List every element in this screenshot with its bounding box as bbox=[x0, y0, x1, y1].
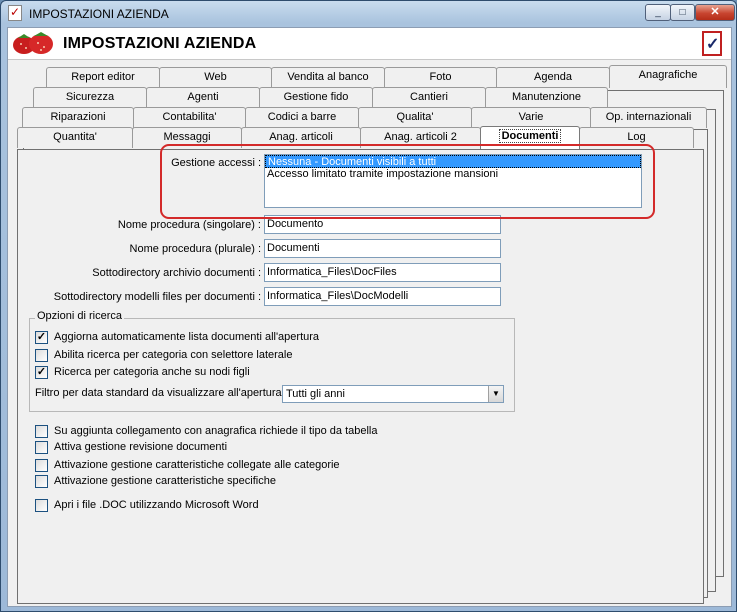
checkbox-checked-icon[interactable]: ✓ bbox=[35, 366, 48, 379]
checkbox-empty-icon[interactable] bbox=[35, 475, 48, 488]
tab-agenti[interactable]: Agenti bbox=[146, 87, 260, 108]
tab-web[interactable]: Web bbox=[159, 67, 272, 88]
client-area: IMPOSTAZIONI AZIENDA ✓ Report editor Web… bbox=[7, 27, 732, 607]
tab-contabilita[interactable]: Contabilita' bbox=[133, 107, 246, 128]
window-title: IMPOSTAZIONI AZIENDA bbox=[29, 7, 169, 21]
tab-sicurezza[interactable]: Sicurezza bbox=[33, 87, 147, 108]
tab-codici-a-barre[interactable]: Codici a barre bbox=[245, 107, 359, 128]
checkbox-ricerca-nodi-figli[interactable]: ✓ Ricerca per categoria anche su nodi fig… bbox=[35, 366, 250, 380]
tab-anag-articoli[interactable]: Anag. articoli bbox=[241, 127, 361, 148]
tab-gestione-fido[interactable]: Gestione fido bbox=[259, 87, 373, 108]
sottodirectory-archivio-label: Sottodirectory archivio documenti : bbox=[92, 267, 261, 279]
header-banner: IMPOSTAZIONI AZIENDA ✓ bbox=[8, 28, 731, 60]
gestione-accessi-listbox[interactable]: Nessuna - Documenti visibili a tutti Acc… bbox=[264, 154, 642, 208]
checkbox-empty-icon[interactable] bbox=[35, 499, 48, 512]
checkbox-empty-icon[interactable] bbox=[35, 459, 48, 472]
tab-anag-articoli-2[interactable]: Anag. articoli 2 bbox=[360, 127, 481, 148]
tab-riparazioni[interactable]: Riparazioni bbox=[22, 107, 134, 128]
tab-op-internazionali[interactable]: Op. internazionali bbox=[590, 107, 707, 128]
checkbox-checked-icon[interactable]: ✓ bbox=[35, 331, 48, 344]
minimize-button[interactable]: _ bbox=[645, 4, 671, 21]
nome-procedura-plurale-field[interactable]: Documenti bbox=[264, 239, 501, 258]
list-item[interactable]: Nessuna - Documenti visibili a tutti bbox=[265, 155, 641, 168]
tab-documenti-label: Documenti bbox=[498, 129, 562, 143]
tab-agenda[interactable]: Agenda bbox=[496, 67, 610, 88]
checkbox-collegamento-anagrafica[interactable]: Su aggiunta collegamento con anagrafica … bbox=[35, 425, 378, 439]
checkbox-caratteristiche-categorie[interactable]: Attivazione gestione caratteristiche col… bbox=[35, 459, 340, 473]
tab-quantita[interactable]: Quantita' bbox=[17, 127, 133, 148]
maximize-button[interactable]: □ bbox=[670, 4, 695, 21]
tab-qualita[interactable]: Qualita' bbox=[358, 107, 472, 128]
app-checklist-icon bbox=[8, 5, 22, 21]
nome-procedura-singolare-label: Nome procedura (singolare) : bbox=[117, 219, 261, 231]
checkbox-caratteristiche-specifiche[interactable]: Attivazione gestione caratteristiche spe… bbox=[35, 475, 276, 489]
tab-manutenzione[interactable]: Manutenzione bbox=[485, 87, 608, 108]
tab-vendita-al-banco[interactable]: Vendita al banco bbox=[271, 67, 385, 88]
list-item[interactable]: Accesso limitato tramite impostazione ma… bbox=[265, 168, 641, 181]
checkbox-empty-icon[interactable] bbox=[35, 441, 48, 454]
checkbox-empty-icon[interactable] bbox=[35, 349, 48, 362]
tab-log[interactable]: Log bbox=[579, 127, 694, 148]
app-window: IMPOSTAZIONI AZIENDA _ □ ✕ IMPOSTAZIONI … bbox=[0, 0, 737, 612]
tab-varie[interactable]: Varie bbox=[471, 107, 591, 128]
checklist-icon[interactable]: ✓ bbox=[702, 31, 722, 56]
nome-procedura-singolare-field[interactable]: Documento bbox=[264, 215, 501, 234]
tab-cantieri[interactable]: Cantieri bbox=[372, 87, 486, 108]
sottodirectory-modelli-label: Sottodirectory modelli files per documen… bbox=[53, 291, 261, 303]
checkbox-revisione-documenti[interactable]: Attiva gestione revisione documenti bbox=[35, 441, 227, 455]
checkbox-empty-icon[interactable] bbox=[35, 425, 48, 438]
sottodirectory-archivio-field[interactable]: Informatica_Files\DocFiles bbox=[264, 263, 501, 282]
checkbox-ricerca-selettore-laterale[interactable]: Abilita ricerca per categoria con selett… bbox=[35, 349, 292, 363]
gestione-accessi-label: Gestione accessi : bbox=[171, 157, 261, 169]
strawberry-logo-icon bbox=[13, 32, 53, 54]
close-button[interactable]: ✕ bbox=[695, 4, 735, 21]
tab-documenti[interactable]: Documenti bbox=[480, 126, 580, 149]
page-title: IMPOSTAZIONI AZIENDA bbox=[63, 35, 257, 52]
filtro-data-label: Filtro per data standard da visualizzare… bbox=[35, 387, 288, 399]
filtro-data-select[interactable]: Tutti gli anni ▼ bbox=[282, 385, 504, 403]
title-bar[interactable]: IMPOSTAZIONI AZIENDA _ □ ✕ bbox=[1, 1, 736, 25]
tab-report-editor[interactable]: Report editor bbox=[46, 67, 160, 88]
checkbox-apri-doc-word[interactable]: Apri i file .DOC utilizzando Microsoft W… bbox=[35, 499, 259, 513]
tab-messaggi[interactable]: Messaggi bbox=[132, 127, 242, 148]
opzioni-ricerca-legend: Opzioni di ricerca bbox=[35, 310, 124, 322]
tab-foto[interactable]: Foto bbox=[384, 67, 497, 88]
sottodirectory-modelli-field[interactable]: Informatica_Files\DocModelli bbox=[264, 287, 501, 306]
checkbox-aggiorna-lista[interactable]: ✓ Aggiorna automaticamente lista document… bbox=[35, 331, 319, 345]
nome-procedura-plurale-label: Nome procedura (plurale) : bbox=[129, 243, 261, 255]
chevron-down-icon[interactable]: ▼ bbox=[488, 386, 503, 402]
tab-anagrafiche[interactable]: Anagrafiche bbox=[609, 65, 727, 88]
